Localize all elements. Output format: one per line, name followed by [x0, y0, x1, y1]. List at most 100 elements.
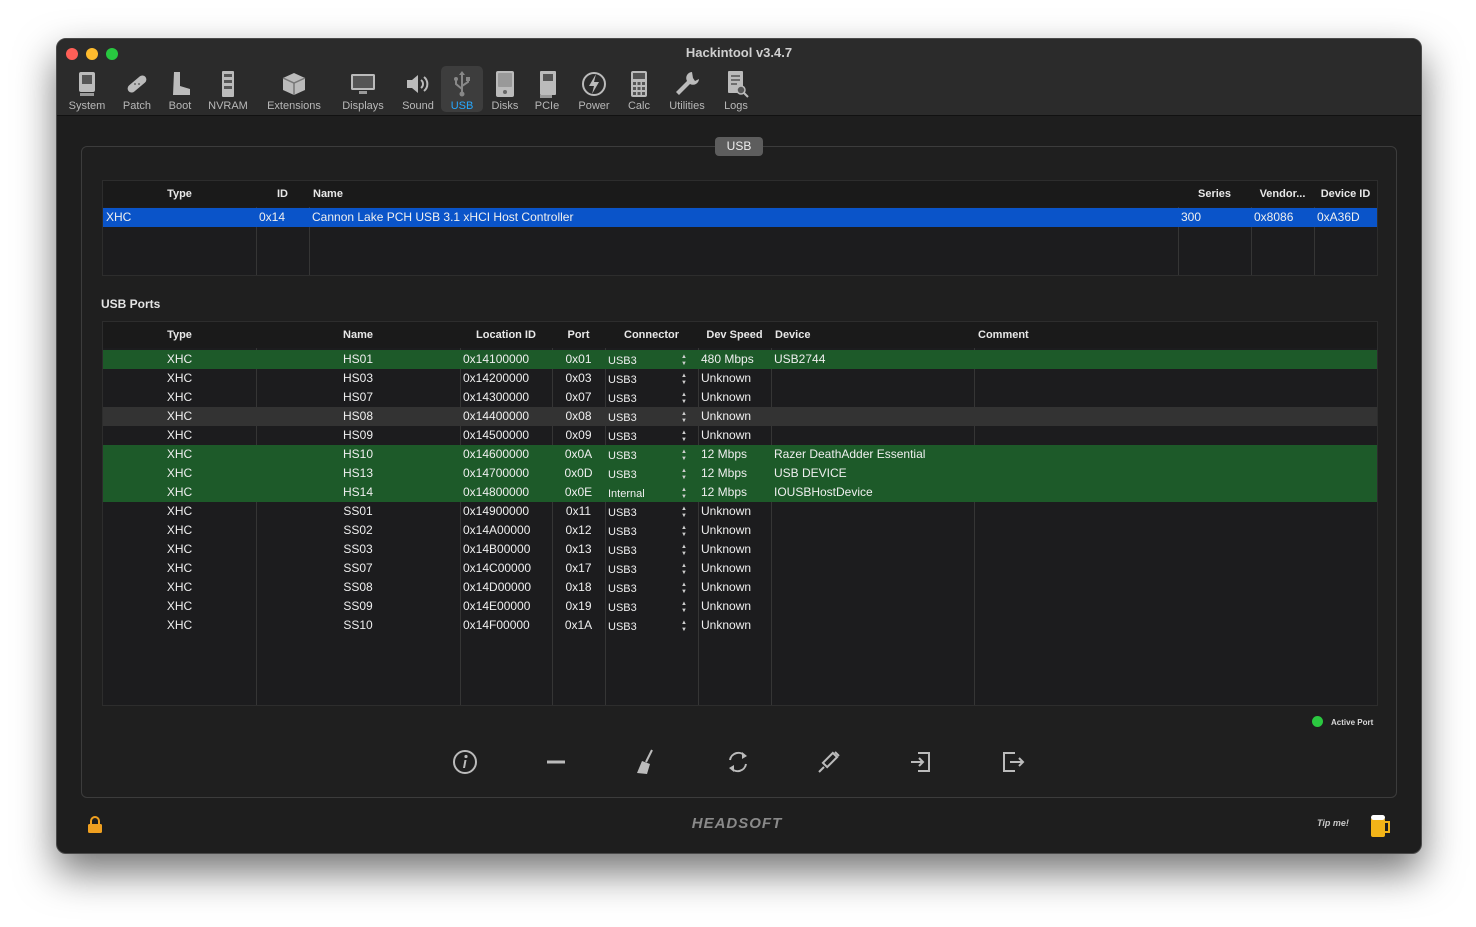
usb-icon: [454, 71, 470, 97]
port-row[interactable]: XHC SS03 0x14B00000 0x13 USB3 ▲ ▼ Unknown: [103, 540, 1377, 559]
port-row-type: XHC: [166, 599, 193, 613]
toolbar-extensions-label: Extensions: [267, 100, 321, 112]
remove-icon: [547, 760, 565, 764]
toolbar-pcie-button[interactable]: PCIe: [527, 66, 567, 112]
export-button[interactable]: [998, 747, 1028, 777]
ports-header-speed[interactable]: Dev Speed: [702, 322, 767, 348]
port-row-comment: [977, 369, 1374, 388]
usb-ports-table: Type Name Location ID Port Connector Dev Spee…: [102, 321, 1378, 706]
toolbar-utilities-button[interactable]: Utilities: [657, 66, 717, 112]
toolbar-logs-button[interactable]: Logs: [711, 66, 761, 112]
import-button[interactable]: [906, 747, 936, 777]
port-row-name: HS09: [342, 428, 374, 442]
active-port-label: Active Port: [1331, 718, 1374, 727]
toolbar-system-button[interactable]: System: [61, 66, 113, 112]
port-row-type: XHC: [166, 561, 193, 575]
port-row[interactable]: XHC SS07 0x14C00000 0x17 USB3 ▲ ▼ Unknown: [103, 559, 1377, 578]
port-row-location: 0x14B00000: [463, 542, 531, 556]
toolbar-usb-button[interactable]: USB: [441, 66, 483, 112]
ports-header-comment[interactable]: Comment: [978, 322, 1373, 348]
calc-icon: [631, 71, 647, 97]
lock-icon[interactable]: [87, 816, 103, 834]
info-button[interactable]: [450, 747, 480, 777]
ports-header-port[interactable]: Port: [556, 322, 601, 348]
port-row-location: 0x14E00000: [463, 599, 531, 613]
beer-icon[interactable]: [1368, 811, 1392, 839]
port-row-name: SS03: [343, 542, 373, 556]
port-row-location: 0x14300000: [463, 390, 530, 404]
controller-header-vendor[interactable]: Vendor...: [1255, 181, 1310, 207]
port-row[interactable]: XHC HS10 0x14600000 0x0A USB3 ▲ ▼ 12 Mbps Razer …: [103, 445, 1377, 464]
toolbar-calc-button[interactable]: Calc: [620, 66, 658, 112]
controller-row[interactable]: XHC 0x14 Cannon Lake PCH USB 3.1 xHCI Host…: [103, 208, 1377, 227]
port-row-comment: [977, 559, 1374, 578]
ports-header-location[interactable]: Location ID: [464, 322, 548, 348]
boot-icon: [173, 72, 190, 95]
active-port-dot: [1312, 716, 1323, 727]
port-row[interactable]: XHC HS09 0x14500000 0x09 USB3 ▲ ▼ Unknown: [103, 426, 1377, 445]
port-row[interactable]: XHC SS09 0x14E00000 0x19 USB3 ▲ ▼ Unknown: [103, 597, 1377, 616]
port-row-name: SS02: [343, 523, 373, 537]
patch-icon: [127, 75, 147, 93]
import-icon: [911, 752, 930, 772]
port-row-speed: 12 Mbps: [701, 447, 748, 461]
controller-header-series[interactable]: Series: [1182, 181, 1247, 207]
port-row[interactable]: XHC HS07 0x14300000 0x07 USB3 ▲ ▼ Unknown: [103, 388, 1377, 407]
toolbar-boot-button[interactable]: Boot: [161, 66, 199, 112]
controller-header-device_id[interactable]: Device ID: [1318, 181, 1373, 207]
toolbar-sound-button[interactable]: Sound: [394, 66, 442, 112]
port-row[interactable]: XHC HS03 0x14200000 0x03 USB3 ▲ ▼ Unknown: [103, 369, 1377, 388]
refresh-button[interactable]: [723, 747, 753, 777]
controller-row-vendor: 0x8086: [1254, 210, 1294, 224]
port-row-connector[interactable]: USB3: [608, 618, 683, 637]
controller-header-id[interactable]: ID: [260, 181, 305, 207]
export-icon: [1003, 752, 1025, 772]
tip-me-label[interactable]: Tip me!: [1317, 818, 1349, 828]
port-row-speed: 12 Mbps: [701, 485, 748, 499]
ports-header-device[interactable]: Device: [775, 322, 970, 348]
port-row-comment: [977, 464, 1374, 483]
ports-header-connector[interactable]: Connector: [609, 322, 694, 348]
toolbar-disks-label: Disks: [491, 100, 519, 112]
port-row[interactable]: XHC HS01 0x14100000 0x01 USB3 ▲ ▼ 480 Mbps USB27…: [103, 350, 1377, 369]
inject-button[interactable]: [814, 747, 844, 777]
port-row-location: 0x14200000: [463, 371, 530, 385]
port-row-device: IOUSBHostDevice: [774, 485, 873, 499]
panel-tab-usb[interactable]: USB: [715, 137, 763, 156]
port-row[interactable]: XHC HS08 0x14400000 0x08 USB3 ▲ ▼ Unknown: [103, 407, 1377, 426]
port-row-comment: [977, 426, 1374, 445]
ports-header-type[interactable]: Type: [107, 322, 252, 348]
toolbar-displays-button[interactable]: Displays: [334, 66, 392, 112]
port-row-location: 0x14C00000: [463, 561, 532, 575]
remove-button[interactable]: [541, 747, 571, 777]
port-row-comment: [977, 597, 1374, 616]
toolbar-nvram-button[interactable]: NVRAM: [204, 66, 252, 112]
port-row[interactable]: XHC SS02 0x14A00000 0x12 USB3 ▲ ▼ Unknown: [103, 521, 1377, 540]
port-row[interactable]: XHC SS01 0x14900000 0x11 USB3 ▲ ▼ Unknown: [103, 502, 1377, 521]
port-row[interactable]: XHC HS14 0x14800000 0x0E Internal ▲ ▼ 12 Mbps IO…: [103, 483, 1377, 502]
controller-header-type[interactable]: Type: [107, 181, 252, 207]
toolbar-disks-button[interactable]: Disks: [484, 66, 526, 112]
clear-button[interactable]: [631, 747, 661, 777]
port-row-port: 0x03: [565, 371, 592, 385]
toolbar-usb-label: USB: [450, 100, 474, 112]
port-row[interactable]: XHC SS10 0x14F00000 0x1A USB3 ▲ ▼ Unknown: [103, 616, 1377, 635]
toolbar-utilities-label: Utilities: [669, 100, 705, 112]
port-row-type: XHC: [166, 485, 193, 499]
controller-row-series: 300: [1181, 210, 1202, 224]
toolbar-extensions-button[interactable]: Extensions: [259, 66, 329, 112]
ports-header-name[interactable]: Name: [260, 322, 456, 348]
controller-header-name[interactable]: Name: [313, 181, 1174, 207]
port-row-location: 0x14100000: [463, 352, 530, 366]
controller-row-id: 0x14: [259, 210, 286, 224]
port-row[interactable]: XHC HS13 0x14700000 0x0D USB3 ▲ ▼ 12 Mbps USB DE…: [103, 464, 1377, 483]
toolbar-patch-button[interactable]: Patch: [116, 66, 158, 112]
controller-row-device_id: 0xA36D: [1317, 210, 1360, 224]
port-row-device: [774, 407, 971, 426]
port-row-name: SS09: [343, 599, 373, 613]
toolbar-power-button[interactable]: Power: [569, 66, 619, 112]
port-row[interactable]: XHC SS08 0x14D00000 0x18 USB3 ▲ ▼ Unknown: [103, 578, 1377, 597]
usb-ports-title: USB Ports: [101, 297, 161, 311]
connector-stepper-icon[interactable]: ▲ ▼: [681, 620, 687, 639]
toolbar-nvram-label: NVRAM: [208, 100, 248, 112]
